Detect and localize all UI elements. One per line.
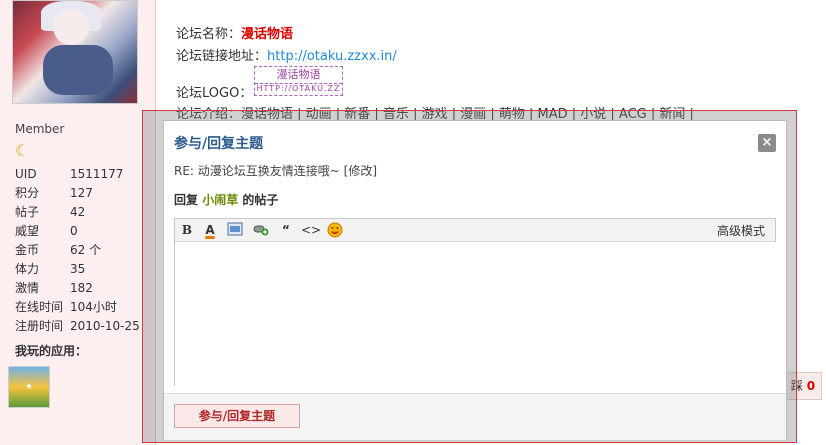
avatar[interactable] — [12, 0, 138, 104]
forum-url-line: 论坛链接地址：http://otaku.zzxx.in/ — [176, 49, 397, 64]
image-icon[interactable] — [227, 222, 243, 238]
reply-textarea[interactable] — [175, 242, 779, 389]
editor-toolbar: B A “ <> 高级模式 — [175, 219, 775, 242]
user-group: Member — [15, 122, 65, 136]
bold-button[interactable]: B — [180, 222, 194, 238]
stat-row: 金币 62 个 — [15, 243, 102, 257]
app-game-icon[interactable]: ★ — [8, 366, 50, 408]
editor: B A “ <> 高级模式 — [174, 218, 779, 389]
code-button[interactable]: <> — [301, 222, 321, 238]
moon-icon: ☾ — [15, 141, 30, 160]
link-icon[interactable] — [253, 222, 269, 238]
quote-button[interactable]: “ — [279, 222, 293, 238]
reply-subject: RE: 动漫论坛互换友情连接哦~ [修改] — [174, 164, 378, 178]
stat-row: 威望 0 — [15, 224, 78, 238]
smiley-icon[interactable] — [327, 222, 343, 238]
stat-row: 积分 127 — [15, 186, 93, 200]
reply-dialog: 参与/回复主题 × RE: 动漫论坛互换友情连接哦~ [修改] 回复 小闹草 的… — [163, 120, 787, 440]
avatar-body — [43, 45, 113, 95]
reply-username: 小闹草 — [202, 193, 239, 207]
apps-title: 我玩的应用： — [15, 344, 88, 358]
close-icon[interactable]: × — [758, 134, 776, 152]
forum-name-line: 论坛名称：漫话物语 — [176, 27, 294, 42]
dialog-title: 参与/回复主题 — [174, 136, 264, 152]
forum-logo-image[interactable]: 漫话物语 HTTP://OTAKU.ZZ — [254, 66, 343, 96]
font-color-button[interactable]: A — [203, 222, 217, 238]
stat-row: 帖子 42 — [15, 205, 86, 219]
dialog-footer: 参与/回复主题 — [164, 393, 786, 440]
forum-url-link[interactable]: http://otaku.zzxx.in/ — [267, 49, 397, 64]
stat-row: 体力 35 — [15, 262, 86, 276]
profile-sidebar: Member ☾ UID 1511177 积分 127 帖子 42 威望 0 金币 62 … — [0, 0, 156, 445]
stat-row: 激情 182 — [15, 281, 93, 295]
stat-row: 在线时间 104小时 — [15, 300, 117, 314]
avatar-face — [53, 9, 89, 45]
advanced-mode-link[interactable]: 高级模式 — [717, 222, 765, 239]
user-stats: UID 1511177 积分 127 帖子 42 威望 0 金币 62 个 体力 35 激情… — [15, 165, 150, 336]
forum-logo-label: 论坛LOGO： — [176, 86, 253, 101]
stat-row: 注册时间 2010-10-25 — [15, 319, 140, 333]
reply-to-line: 回复 小闹草 的帖子 — [174, 193, 279, 207]
stat-row: UID 1511177 — [15, 167, 124, 181]
forum-name: 漫话物语 — [241, 27, 294, 42]
submit-reply-button[interactable]: 参与/回复主题 — [174, 404, 300, 428]
